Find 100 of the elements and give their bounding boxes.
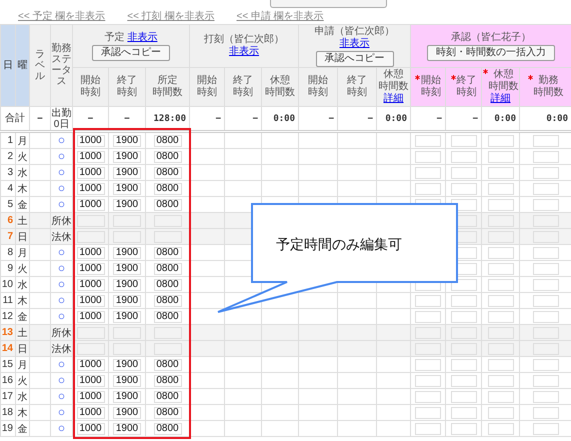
time-field[interactable] xyxy=(450,310,477,322)
hide-link[interactable]: 非表示 xyxy=(229,46,260,57)
group-action-button[interactable]: 承認へコピー xyxy=(316,50,394,66)
time-field[interactable]: 0800 xyxy=(154,374,182,386)
time-field[interactable] xyxy=(415,294,442,306)
hide-column-link[interactable]: << 申請 欄を非表示 xyxy=(236,9,324,23)
time-field[interactable] xyxy=(488,358,514,370)
time-field[interactable] xyxy=(415,422,442,434)
time-field[interactable]: 1900 xyxy=(113,406,141,418)
time-field[interactable] xyxy=(76,342,104,354)
group-action-button[interactable]: 承認へコピー xyxy=(92,44,170,60)
time-field[interactable]: 1000 xyxy=(76,134,104,146)
time-field[interactable]: 1900 xyxy=(113,182,141,194)
time-field[interactable] xyxy=(76,326,104,338)
time-field[interactable]: 1000 xyxy=(76,278,104,290)
time-field[interactable]: 1900 xyxy=(113,358,141,370)
time-field[interactable]: 1900 xyxy=(113,422,141,434)
time-field[interactable] xyxy=(532,198,559,210)
time-field[interactable] xyxy=(532,406,559,418)
time-field[interactable] xyxy=(488,198,514,210)
time-field[interactable] xyxy=(450,374,477,386)
time-field[interactable] xyxy=(415,182,442,194)
time-field[interactable] xyxy=(415,406,442,418)
time-field[interactable] xyxy=(76,214,104,226)
hide-link[interactable]: 非表示 xyxy=(127,32,158,42)
time-field[interactable] xyxy=(450,294,477,306)
time-field[interactable] xyxy=(450,422,477,434)
time-field[interactable] xyxy=(488,150,514,162)
hide-column-link[interactable]: << 予定 欄を非表示 xyxy=(18,9,106,23)
time-field[interactable] xyxy=(488,166,514,178)
time-field[interactable]: 1900 xyxy=(113,262,141,274)
time-field[interactable]: 1000 xyxy=(76,246,104,258)
time-field[interactable] xyxy=(532,150,559,162)
time-field[interactable] xyxy=(488,134,514,146)
time-field[interactable] xyxy=(532,166,559,178)
hide-link[interactable]: 非表示 xyxy=(340,38,370,48)
time-field[interactable] xyxy=(450,390,477,402)
time-field[interactable] xyxy=(488,422,514,434)
time-field[interactable] xyxy=(532,310,559,322)
time-field[interactable] xyxy=(450,406,477,418)
time-field[interactable] xyxy=(488,374,514,386)
detail-link[interactable]: 詳細 xyxy=(482,93,520,105)
time-field[interactable]: 0800 xyxy=(154,390,182,402)
time-field[interactable] xyxy=(532,358,559,370)
time-field[interactable] xyxy=(415,374,442,386)
time-field[interactable]: 1000 xyxy=(76,198,104,210)
time-field[interactable] xyxy=(488,310,514,322)
group-action-button[interactable]: 時刻・時間数の一括入力 xyxy=(427,44,556,60)
time-field[interactable]: 0800 xyxy=(154,182,182,194)
time-field[interactable] xyxy=(532,134,559,146)
top-button[interactable] xyxy=(270,0,387,8)
detail-link[interactable]: 詳細 xyxy=(377,93,410,105)
time-field[interactable] xyxy=(450,166,477,178)
time-field[interactable]: 1000 xyxy=(76,166,104,178)
time-field[interactable] xyxy=(76,230,104,242)
time-field[interactable] xyxy=(450,182,477,194)
time-field[interactable] xyxy=(532,278,559,290)
time-field[interactable]: 1900 xyxy=(113,198,141,210)
time-field[interactable]: 0800 xyxy=(154,166,182,178)
time-field[interactable]: 1000 xyxy=(76,358,104,370)
time-field[interactable]: 1000 xyxy=(76,390,104,402)
time-field[interactable]: 0800 xyxy=(154,294,182,306)
time-field[interactable]: 1000 xyxy=(76,422,104,434)
time-field[interactable] xyxy=(488,390,514,402)
time-field[interactable]: 1900 xyxy=(113,150,141,162)
time-field[interactable] xyxy=(488,182,514,194)
time-field[interactable] xyxy=(532,390,559,402)
time-field[interactable]: 1000 xyxy=(76,182,104,194)
time-field[interactable] xyxy=(488,294,514,306)
time-field[interactable]: 0800 xyxy=(154,358,182,370)
time-field[interactable]: 1900 xyxy=(113,374,141,386)
time-field[interactable]: 1900 xyxy=(113,310,141,322)
time-field[interactable]: 0800 xyxy=(154,406,182,418)
time-field[interactable]: 1000 xyxy=(76,150,104,162)
time-field[interactable] xyxy=(488,278,514,290)
time-field[interactable]: 1900 xyxy=(113,246,141,258)
time-field[interactable] xyxy=(415,166,442,178)
time-field[interactable]: 1900 xyxy=(113,390,141,402)
time-field[interactable]: 0800 xyxy=(154,198,182,210)
time-field[interactable]: 1000 xyxy=(76,294,104,306)
time-field[interactable]: 1900 xyxy=(113,294,141,306)
time-field[interactable]: 0800 xyxy=(154,150,182,162)
time-field[interactable]: 0800 xyxy=(154,134,182,146)
time-field[interactable]: 0800 xyxy=(154,310,182,322)
time-field[interactable] xyxy=(450,358,477,370)
time-field[interactable] xyxy=(415,150,442,162)
time-field[interactable]: 1900 xyxy=(113,134,141,146)
time-field[interactable] xyxy=(415,134,442,146)
time-field[interactable]: 0800 xyxy=(154,278,182,290)
time-field[interactable]: 1000 xyxy=(76,374,104,386)
time-field[interactable] xyxy=(488,406,514,418)
time-field[interactable]: 0800 xyxy=(154,246,182,258)
time-field[interactable]: 0800 xyxy=(154,422,182,434)
time-field[interactable] xyxy=(450,134,477,146)
time-field[interactable]: 1000 xyxy=(76,310,104,322)
time-field[interactable] xyxy=(532,294,559,306)
time-field[interactable] xyxy=(532,182,559,194)
time-field[interactable] xyxy=(415,358,442,370)
time-field[interactable] xyxy=(415,310,442,322)
time-field[interactable] xyxy=(532,374,559,386)
